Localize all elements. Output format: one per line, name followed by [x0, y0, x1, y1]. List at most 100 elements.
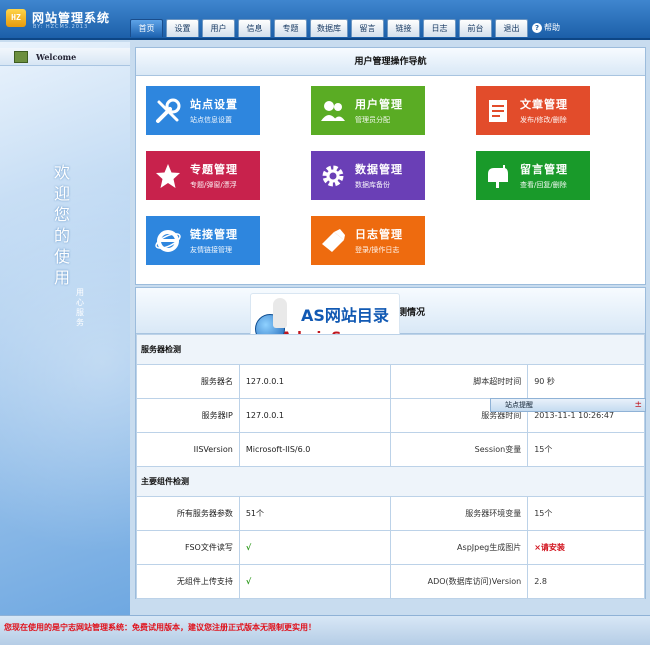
help-label: 帮助 [544, 23, 560, 32]
footer-notice: 您现在使用的是宁志网站管理系统：免费试用版本，建议您注册正式版本无限制更实用！ [4, 623, 316, 632]
tile-title: 文章管理 [520, 98, 568, 111]
tile-subtitle: 友情链接管理 [190, 246, 232, 254]
main-content: 用户管理操作导航 站点设置站点信息设置 用户管理管理员分配 文章管理发布/修改/… [135, 47, 646, 615]
stat-label: IISVersion [136, 432, 240, 467]
site-tip-popup[interactable]: 站点提醒 ± [490, 398, 646, 412]
stat-value: 51个 [238, 496, 392, 531]
stat-value-check: √ [238, 564, 392, 599]
tile-data-management[interactable]: 数据管理 数据库备份 [311, 151, 425, 200]
tile-title: 专题管理 [190, 163, 238, 176]
stat-value: 15个 [527, 432, 645, 467]
tile-subtitle: 站点信息设置 [190, 116, 232, 124]
logo-icon: HZ [6, 9, 26, 27]
tab-info[interactable]: 信息 [238, 19, 271, 37]
stat-label: 服务器环境变量 [390, 496, 529, 531]
tab-database[interactable]: 数据库 [310, 19, 348, 37]
tile-user-management[interactable]: 用户管理 管理员分配 [311, 86, 425, 135]
stats-title: 测情况 [398, 308, 426, 318]
tab-users[interactable]: 用户 [202, 19, 235, 37]
table-row: IISVersion Microsoft-IIS/6.0 Session变量 1… [136, 432, 645, 467]
document-icon [482, 95, 514, 127]
quick-nav-panel: 用户管理操作导航 站点设置站点信息设置 用户管理管理员分配 文章管理发布/修改/… [135, 47, 646, 285]
tip-toggle-button[interactable]: ± [634, 399, 642, 411]
users-icon [317, 95, 349, 127]
stats-table: 服务器检测 服务器名 127.0.0.1 脚本超时时间 90 秒 服务器IP 1… [136, 334, 645, 599]
help-icon: ? [532, 22, 542, 33]
pen-icon [317, 225, 349, 257]
tile-topic-management[interactable]: 专题管理专题/弹窗/漂浮 [146, 151, 260, 200]
server-section-title: 服务器检测 [136, 334, 645, 365]
tab-frontend[interactable]: 前台 [459, 19, 492, 37]
tab-settings[interactable]: 设置 [166, 19, 199, 37]
footer: 您现在使用的是宁志网站管理系统：免费试用版本，建议您注册正式版本无限制更实用！ [0, 615, 650, 645]
tile-log-management[interactable]: 日志管理登录/操作日志 [311, 216, 425, 265]
tile-site-settings[interactable]: 站点设置站点信息设置 [146, 86, 260, 135]
person-figure-icon [273, 298, 287, 328]
stat-label: 服务器名 [136, 364, 240, 399]
section-row: 服务器检测 [136, 334, 645, 365]
tile-subtitle: 专题/弹窗/漂浮 [190, 181, 237, 189]
stat-value: 90 秒 [527, 364, 645, 399]
section-row: 主要组件检测 [136, 466, 645, 497]
tab-topics[interactable]: 专题 [274, 19, 307, 37]
welcome-vertical-text: 欢迎您的使用 [54, 163, 71, 287]
ie-icon [152, 225, 184, 257]
tile-title: 站点设置 [190, 98, 238, 111]
top-header: HZ 网站管理系统 BY: HZCMS.2013 首页 设置 用户 信息 专题 … [0, 0, 650, 40]
watermark-top: AS网站目录 [301, 306, 389, 325]
star-icon [152, 160, 184, 192]
welcome-label: Welcome [36, 51, 77, 62]
quick-nav-title: 用户管理操作导航 [136, 48, 645, 76]
tile-title: 留言管理 [520, 163, 568, 176]
stat-label: 服务器IP [136, 398, 240, 433]
tile-subtitle: 数据库备份 [355, 181, 390, 189]
tile-link-management[interactable]: 链接管理友情链接管理 [146, 216, 260, 265]
stat-label: Session变量 [390, 432, 529, 467]
stat-label: FSO文件读写 [136, 530, 240, 565]
tile-article-management[interactable]: 文章管理发布/修改/删除 [476, 86, 590, 135]
wrench-icon [152, 95, 184, 127]
stat-value: 127.0.0.1 [238, 398, 392, 433]
tile-subtitle: 查看/回复/删除 [520, 181, 567, 189]
table-row: 服务器名 127.0.0.1 脚本超时时间 90 秒 [136, 364, 645, 399]
stat-value: 2.8 [527, 564, 645, 599]
stat-label: ADO(数据库访问)Version [390, 564, 529, 599]
stat-label: AspJpeg生成图片 [390, 530, 529, 565]
stat-label: 脚本超时时间 [390, 364, 529, 399]
tab-messages[interactable]: 留言 [351, 19, 384, 37]
welcome-icon [14, 50, 28, 63]
stat-value-warning: ×请安装 [527, 530, 645, 565]
tile-subtitle: 管理员分配 [355, 116, 390, 124]
mailbox-icon [482, 160, 514, 192]
stat-label: 所有服务器参数 [136, 496, 240, 531]
tip-label: 站点提醒 [505, 401, 533, 409]
tile-subtitle: 登录/操作日志 [355, 246, 400, 254]
stat-value-check: √ [238, 530, 392, 565]
help-link[interactable]: ? 帮助 [532, 22, 560, 33]
tab-home[interactable]: 首页 [130, 19, 163, 37]
app-subtitle: BY: HZCMS.2013 [33, 24, 89, 30]
tile-subtitle: 发布/修改/删除 [520, 116, 567, 124]
server-stats-panel: 测情况 AS网站目录 AdminSo.com 服务器检测 服务器名 127.0.… [135, 287, 646, 599]
stat-label: 无组件上传支持 [136, 564, 240, 599]
sidebar: Welcome 欢迎您的使用 用心服务 [0, 42, 130, 615]
welcome-small-text: 用心服务 [76, 288, 84, 327]
main-nav: 首页 设置 用户 信息 专题 数据库 留言 链接 日志 前台 退出 [130, 19, 531, 37]
tab-logout[interactable]: 退出 [495, 19, 528, 37]
tab-logs[interactable]: 日志 [423, 19, 456, 37]
stat-value: 127.0.0.1 [238, 364, 392, 399]
stat-value: 15个 [527, 496, 645, 531]
tile-title: 链接管理 [190, 228, 238, 241]
stat-value: Microsoft-IIS/6.0 [238, 432, 392, 467]
tile-title: 数据管理 [355, 163, 403, 176]
tile-message-management[interactable]: 留言管理查看/回复/删除 [476, 151, 590, 200]
gear-icon [317, 160, 349, 192]
tile-title: 日志管理 [355, 228, 403, 241]
table-row: 无组件上传支持 √ ADO(数据库访问)Version 2.8 [136, 564, 645, 599]
component-section-title: 主要组件检测 [136, 466, 645, 497]
table-row: 所有服务器参数 51个 服务器环境变量 15个 [136, 496, 645, 531]
sidebar-header: Welcome [0, 48, 130, 66]
tile-title: 用户管理 [355, 98, 403, 111]
table-row: FSO文件读写 √ AspJpeg生成图片 ×请安装 [136, 530, 645, 565]
tab-links[interactable]: 链接 [387, 19, 420, 37]
